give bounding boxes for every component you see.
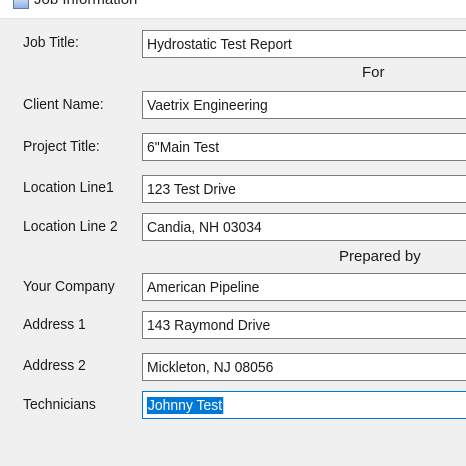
window-title: Job Information — [34, 0, 137, 8]
address-2-field[interactable]: Mickleton, NJ 08056 — [142, 353, 466, 381]
location-line-2-value: Candia, NH 03034 — [147, 219, 262, 236]
client-name-field[interactable]: Vaetrix Engineering — [142, 91, 466, 119]
job-title-field[interactable]: Hydrostatic Test Report — [142, 30, 466, 58]
location-line-1-label: Location Line1 — [23, 179, 114, 196]
location-line-2-field[interactable]: Candia, NH 03034 — [142, 213, 466, 241]
technicians-value: Johnny Test — [147, 397, 224, 414]
address-1-value: 143 Raymond Drive — [147, 317, 271, 334]
project-title-label: Project Title: — [23, 138, 100, 155]
address-2-value: Mickleton, NJ 08056 — [147, 359, 274, 376]
job-title-value: Hydrostatic Test Report — [147, 36, 292, 53]
location-line-1-field[interactable]: 123 Test Drive — [142, 175, 466, 203]
location-line-1-value: 123 Test Drive — [147, 181, 236, 198]
app-window-icon — [13, 0, 29, 9]
address-1-field[interactable]: 143 Raymond Drive — [142, 311, 466, 339]
prepared-by-section-label: Prepared by — [339, 248, 421, 265]
project-title-field[interactable]: 6"Main Test — [142, 133, 466, 161]
job-title-label: Job Title: — [23, 34, 79, 51]
your-company-field[interactable]: American Pipeline — [142, 273, 466, 301]
technicians-field[interactable]: Johnny Test — [142, 391, 466, 419]
technicians-label: Technicians — [23, 396, 96, 413]
your-company-label: Your Company — [23, 278, 115, 295]
project-title-value: 6"Main Test — [147, 139, 220, 156]
address-2-label: Address 2 — [23, 357, 86, 374]
for-section-label: For — [362, 64, 385, 81]
your-company-value: American Pipeline — [147, 279, 260, 296]
location-line-2-label: Location Line 2 — [23, 218, 118, 235]
address-1-label: Address 1 — [23, 316, 86, 333]
window-titlebar[interactable]: Job Information — [0, 0, 466, 19]
client-name-label: Client Name: — [23, 96, 104, 113]
client-name-value: Vaetrix Engineering — [147, 97, 268, 114]
